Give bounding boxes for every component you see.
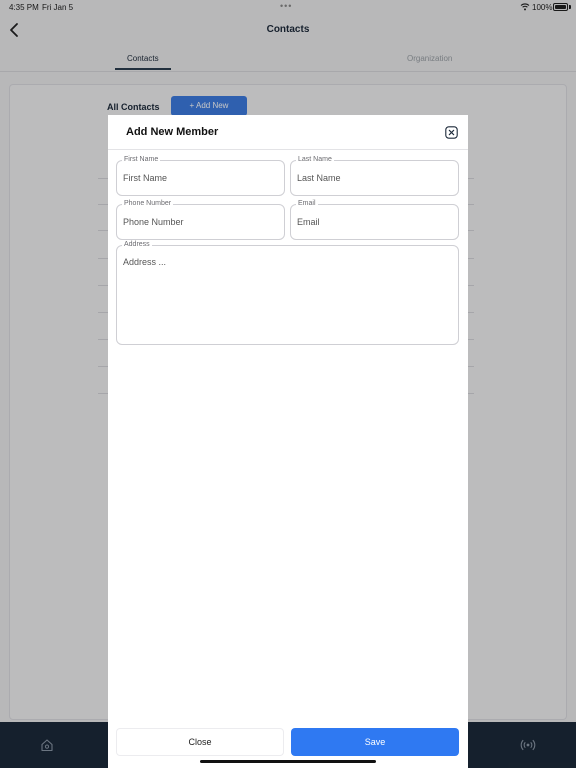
email-field: Email [290,199,459,240]
email-input[interactable] [297,205,452,239]
last-name-input[interactable] [297,161,452,195]
phone-number-input[interactable] [123,205,278,239]
phone-number-field: Phone Number [116,199,285,240]
address-field: Address [116,240,459,345]
address-input[interactable] [123,257,452,339]
save-button[interactable]: Save [291,728,459,756]
address-label: Address [122,240,152,250]
first-name-field: First Name [116,155,285,196]
close-icon[interactable] [445,126,458,139]
last-name-field: Last Name [290,155,459,196]
add-member-modal: Add New Member First Name Last Name Phon… [108,115,468,768]
modal-header: Add New Member [108,115,468,150]
modal-title: Add New Member [126,126,219,138]
home-indicator[interactable] [200,760,376,763]
close-button[interactable]: Close [116,728,284,756]
first-name-input[interactable] [123,161,278,195]
